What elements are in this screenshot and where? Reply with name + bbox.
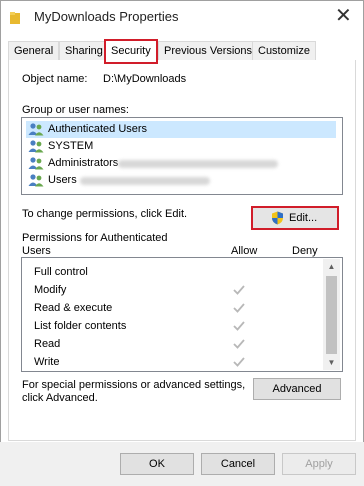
allow-column-header: Allow [231,245,258,257]
tab-previous-versions[interactable]: Previous Versions [158,41,259,60]
permission-name: Write [34,356,60,368]
title-bar[interactable]: MyDownloads Properties ✕ [0,0,364,36]
edit-button[interactable]: Edit... [251,206,339,230]
permission-name: Full control [34,266,88,278]
uac-shield-icon [272,211,283,225]
tab-sharing[interactable]: Sharing [59,41,109,60]
user-name: Administrators [48,157,119,169]
allow-check-icon [233,339,245,349]
redacted-text [80,177,210,185]
tab-security[interactable]: Security [104,39,158,64]
advanced-button[interactable]: Advanced [253,378,341,400]
user-name: Authenticated Users [48,123,148,135]
group-user-listbox[interactable]: Authenticated Users SYSTEM Administrator… [21,117,343,195]
group-user-names-label: Group or user names: [22,104,129,116]
scroll-down-arrow-icon[interactable]: ▼ [323,355,340,370]
allow-check-icon [233,285,245,295]
special-permissions-text-line2: click Advanced. [22,392,98,404]
list-item-administrators[interactable]: Administrators [26,155,326,172]
user-name: Users [48,174,77,186]
allow-check-icon [233,321,245,331]
cancel-button[interactable]: Cancel [201,453,275,475]
object-name-label: Object name: [22,73,88,85]
permission-row-write: Write [34,353,59,371]
tab-customize[interactable]: Customize [252,41,316,60]
list-item-users[interactable]: Users [26,172,326,189]
users-group-icon [28,157,44,170]
special-permissions-text-line1: For special permissions or advanced sett… [22,379,246,391]
scroll-up-arrow-icon[interactable]: ▲ [323,259,340,274]
permissions-scrollbar[interactable]: ▲ ▼ [323,259,340,370]
user-name: SYSTEM [48,140,94,152]
window-title: MyDownloads Properties [34,9,179,24]
permission-row-read-execute: Read & execute [34,299,112,317]
permission-name: Read & execute [34,302,113,314]
users-group-icon [28,174,44,187]
permission-row-full-control: Full control [34,263,88,281]
scrollbar-thumb[interactable] [326,276,337,354]
users-group-icon [28,123,44,136]
apply-button[interactable]: Apply [282,453,356,475]
edit-button-label: Edit... [289,212,318,224]
close-icon[interactable]: ✕ [335,6,352,26]
permission-name: Read [34,338,61,350]
permission-name: Modify [34,284,67,296]
allow-check-icon [233,303,245,313]
permission-row-modify: Modify [34,281,66,299]
folder-icon [10,12,20,24]
permissions-for-label-line2: Users [22,245,51,257]
users-group-icon [28,140,44,153]
allow-check-icon [233,357,245,367]
permission-name: List folder contents [34,320,127,332]
permissions-for-label-line1: Permissions for Authenticated [22,232,168,244]
permission-row-list-folder-contents: List folder contents [34,317,126,335]
list-item-authenticated-users[interactable]: Authenticated Users [26,121,336,138]
tab-general[interactable]: General [8,41,60,60]
redacted-text [118,160,278,168]
permissions-list[interactable]: Full control Modify Read & execute List … [21,257,343,372]
permission-row-read: Read [34,335,60,353]
object-name-value: D:\MyDownloads [103,73,187,85]
deny-column-header: Deny [292,245,318,257]
ok-button[interactable]: OK [120,453,194,475]
change-permissions-text: To change permissions, click Edit. [22,208,188,220]
